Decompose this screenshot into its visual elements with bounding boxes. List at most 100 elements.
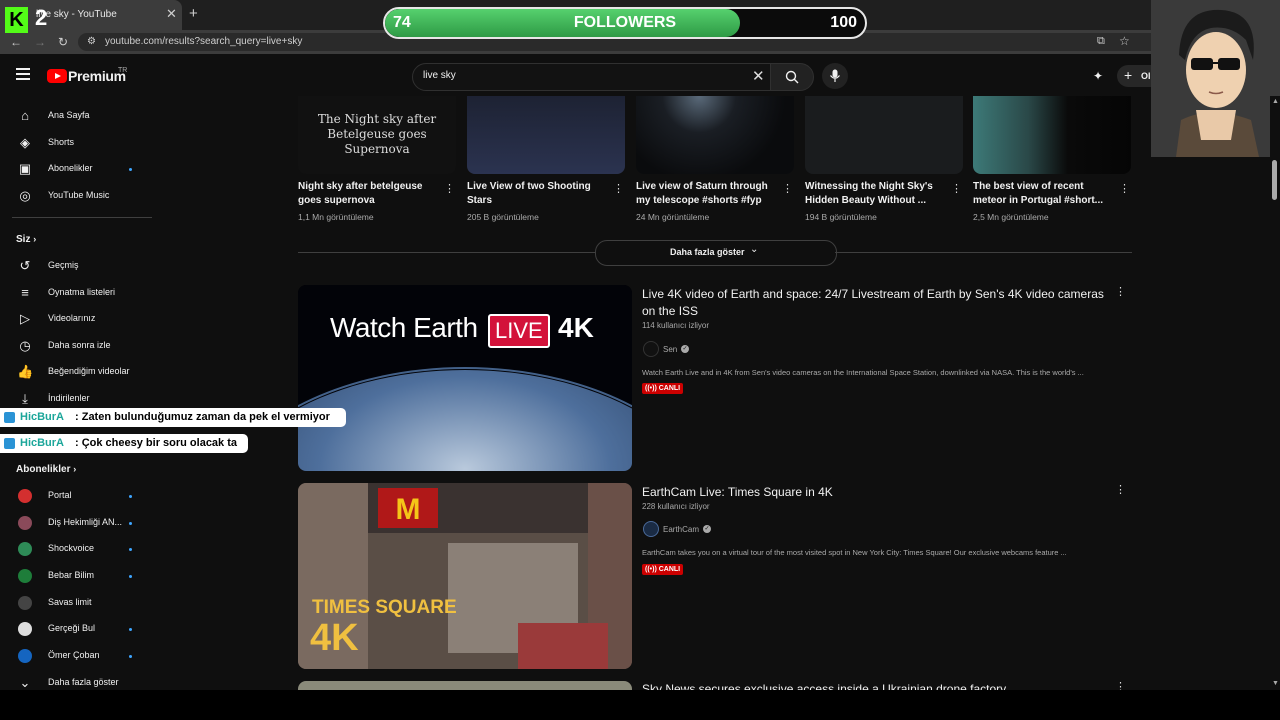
chat-badge-icon <box>4 412 15 423</box>
short-card[interactable]: Live View of two Shooting Stars 205 B gör… <box>467 96 625 226</box>
short-card[interactable]: The Night sky after Betelgeuse goes Supe… <box>298 96 456 226</box>
forward-icon[interactable]: → <box>34 35 46 49</box>
sidebar-item-abonelikler[interactable]: ▣ Abonelikler <box>0 156 152 182</box>
short-card[interactable]: Witnessing the Night Sky's Hidden Beauty… <box>805 96 963 226</box>
new-content-dot <box>129 655 132 658</box>
clear-search-icon[interactable]: ✕ <box>752 67 765 85</box>
url-text: youtube.com/results?search_query=live+sk… <box>105 36 303 47</box>
sidebar-subscription[interactable]: Diş Hekimliği AN... <box>0 510 152 536</box>
sidebar-you-heading[interactable]: Siz › <box>16 234 36 245</box>
chat-text: : Zaten bulunduğumuz zaman da pek el ver… <box>75 411 330 423</box>
video-title[interactable]: Sky News secures exclusive access inside… <box>642 681 1107 690</box>
search-input[interactable]: live sky <box>423 70 456 81</box>
scrollbar-thumb[interactable] <box>1272 160 1277 200</box>
sidebar-subscription[interactable]: Portal <box>0 483 152 509</box>
live-badge-label: CANLI <box>658 566 681 573</box>
short-title[interactable]: Witnessing the Night Sky's Hidden Beauty… <box>805 180 945 208</box>
youtube-play-icon <box>55 73 61 79</box>
video-description: EarthCam takes you on a virtual tour of … <box>642 548 1067 557</box>
sidebar-item-youtube-music[interactable]: ◎ YouTube Music <box>0 183 152 209</box>
microphone-icon <box>830 69 840 82</box>
channel-avatar[interactable] <box>643 341 659 357</box>
short-card[interactable]: The best view of recent meteor in Portug… <box>973 96 1131 226</box>
install-icon[interactable]: ⧉ <box>1097 35 1105 48</box>
video-thumbnail[interactable]: M TIMES SQUARE 4K <box>298 483 632 669</box>
sidebar-subscription[interactable]: Ömer Çoban <box>0 643 152 669</box>
sidebar-item-you-0[interactable]: ↺ Geçmiş <box>0 253 152 279</box>
video-meta: 228 kullanıcı izliyor <box>642 502 710 511</box>
tab-title: live sky - YouTube <box>36 9 117 20</box>
channel-avatar[interactable] <box>643 521 659 537</box>
sidebar-subs-heading[interactable]: Abonelikler › <box>16 464 76 475</box>
short-title[interactable]: Live View of two Shooting Stars <box>467 180 607 208</box>
sidebar-item-you-4[interactable]: 👍 Beğendiğim videolar <box>0 359 152 385</box>
show-more-label: Daha fazla göster <box>670 247 745 257</box>
channel-avatar <box>18 542 32 556</box>
sidebar-subscription[interactable]: Gerçeği Bul <box>0 616 152 642</box>
sidebar-item-shorts[interactable]: ◈ Shorts <box>0 130 152 156</box>
menu-icon[interactable] <box>16 68 30 83</box>
sidebar-item-ana-sayfa[interactable]: ⌂ Ana Sayfa <box>0 103 152 129</box>
sidebar-item-you-1[interactable]: ≡ Oynatma listeleri <box>0 280 152 306</box>
taskbar <box>0 690 1280 720</box>
more-options-icon[interactable]: ⋮ <box>782 182 793 195</box>
sidebar-item-you-3[interactable]: ◷ Daha sonra izle <box>0 333 152 359</box>
channel-avatar <box>18 622 32 636</box>
sidebar-item-you-2[interactable]: ▷ Videolarınız <box>0 306 152 332</box>
short-card[interactable]: Live view of Saturn through my telescope… <box>636 96 794 226</box>
live-badge-label: CANLI <box>658 385 681 392</box>
more-options-icon[interactable]: ⋮ <box>1115 680 1126 690</box>
channel-avatar <box>18 569 32 583</box>
home-icon: ⌂ <box>21 108 29 123</box>
channel-name[interactable]: EarthCam <box>663 525 699 534</box>
tab-close-icon[interactable]: ✕ <box>166 6 177 22</box>
short-thumbnail[interactable] <box>805 96 963 174</box>
sparkle-icon[interactable]: ✦ <box>1093 69 1103 83</box>
short-thumbnail[interactable] <box>973 96 1131 174</box>
short-title[interactable]: Live view of Saturn through my telescope… <box>636 180 776 208</box>
shorts-icon: ◈ <box>20 135 30 150</box>
video-title[interactable]: EarthCam Live: Times Square in 4K <box>642 484 1107 501</box>
channel-name[interactable]: Sen <box>663 345 677 354</box>
sidebar-item-label: İndirilenler <box>48 393 90 403</box>
search-button[interactable] <box>770 63 814 91</box>
more-options-icon[interactable]: ⋮ <box>1119 182 1130 195</box>
new-content-dot <box>129 628 132 631</box>
chat-message: HicBurA : Zaten bulunduğumuz zaman da pe… <box>0 408 346 427</box>
chat-text: : Çok cheesy bir soru olacak ta <box>75 437 238 449</box>
more-options-icon[interactable]: ⋮ <box>1115 285 1126 298</box>
bookmark-star-icon[interactable]: ☆ <box>1119 34 1130 48</box>
sidebar-subscription[interactable]: Bebar Bilim <box>0 563 152 589</box>
more-options-icon[interactable]: ⋮ <box>613 182 624 195</box>
new-content-dot <box>129 495 132 498</box>
thumbnail-4k-text: 4K <box>310 617 359 659</box>
short-thumbnail[interactable] <box>636 96 794 174</box>
short-title[interactable]: The best view of recent meteor in Portug… <box>973 180 1113 208</box>
sidebar-subscription[interactable]: Shockvoice <box>0 536 152 562</box>
site-info-icon[interactable]: ⚙ <box>87 36 96 47</box>
download-icon: ⤓ <box>22 391 28 406</box>
short-thumbnail[interactable] <box>467 96 625 174</box>
followers-goal: 100 <box>830 14 857 31</box>
short-views: 2,5 Mn görüntüleme <box>973 212 1049 222</box>
video-thumbnail[interactable] <box>298 681 632 690</box>
voice-search-button[interactable] <box>822 63 848 89</box>
short-title[interactable]: Night sky after betelgeuse goes supernov… <box>298 180 438 208</box>
scroll-up-icon[interactable]: ▲ <box>1272 98 1279 105</box>
video-thumbnail[interactable]: Watch Earth LIVE 4K <box>298 285 632 471</box>
watch-later-icon: ◷ <box>19 338 31 353</box>
short-views: 194 B görüntüleme <box>805 212 877 222</box>
back-icon[interactable]: ← <box>10 35 22 49</box>
sidebar-subscription[interactable]: Savas limit <box>0 590 152 616</box>
more-options-icon[interactable]: ⋮ <box>1115 483 1126 496</box>
more-options-icon[interactable]: ⋮ <box>444 182 455 195</box>
scroll-down-icon[interactable]: ▼ <box>1272 680 1279 687</box>
new-content-dot <box>129 168 132 171</box>
more-options-icon[interactable]: ⋮ <box>951 182 962 195</box>
search-field[interactable] <box>412 63 772 91</box>
video-description: Watch Earth Live and in 4K from Sen's vi… <box>642 368 1084 377</box>
video-title[interactable]: Live 4K video of Earth and space: 24/7 L… <box>642 286 1107 320</box>
short-thumbnail[interactable]: The Night sky after Betelgeuse goes Supe… <box>298 96 456 174</box>
new-tab-icon[interactable]: + <box>189 5 198 22</box>
reload-icon[interactable]: ↻ <box>58 35 68 49</box>
